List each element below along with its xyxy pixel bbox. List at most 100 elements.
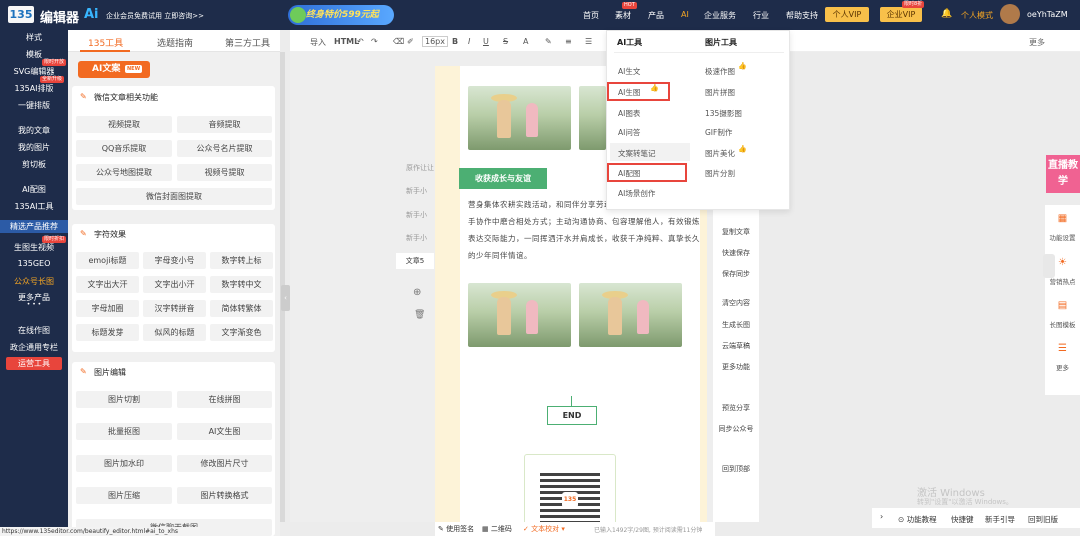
nav-ai[interactable]: AI [681,10,689,19]
sidebar-item-ai-tools[interactable]: 135AI工具 [0,201,68,212]
font-color-icon[interactable]: A [523,37,528,46]
resize-button[interactable]: 修改图片尺寸 [177,455,272,472]
font-size-select[interactable]: 16px [422,36,448,47]
sidebar-item-style[interactable]: 样式 [0,32,68,43]
menu-gif[interactable]: GIF制作 [705,127,732,138]
menu-ai-illustration[interactable]: AI配图 [618,168,640,179]
html-button[interactable]: HTML [334,37,359,46]
more-toolbar[interactable]: 更多 [1029,37,1045,48]
image-cut-button[interactable]: 图片切割 [76,391,172,408]
menu-ai-image-gen[interactable]: AI生图 [618,87,640,98]
nav-home[interactable]: 首页 [583,10,599,21]
online-collage-button[interactable]: 在线拼图 [177,391,272,408]
left-note-1[interactable]: 原作让让 [406,163,434,173]
ai-text-image-button[interactable]: AI文生图 [177,423,272,440]
section-heading[interactable]: 收获成长与友谊 [459,168,547,189]
username[interactable]: oeYhTaZM [1027,10,1068,19]
account-card-button[interactable]: 公众号名片提取 [177,140,272,157]
menu-ai-text[interactable]: AI生文 [618,66,640,77]
proofread-button[interactable]: ✓ 文本校对 ▾ [523,524,565,534]
tab-topic-guide[interactable]: 选题指南 [157,36,193,49]
shortcut-link[interactable]: 快捷键 [951,514,974,525]
list-icon[interactable]: ☰ [585,37,592,46]
nav-help[interactable]: 帮助支持 [786,10,818,21]
sidebar-item-my-images[interactable]: 我的图片 [0,142,68,153]
audio-extract-button[interactable]: 音频提取 [177,116,272,133]
save-sync-button[interactable]: 保存同步 [716,269,756,279]
quick-save-button[interactable]: 快速保存 [716,248,756,258]
tab-third-party[interactable]: 第三方工具 [225,36,270,49]
template-icon[interactable]: ▤ [1045,300,1080,311]
format-painter-icon[interactable]: ✐ [407,37,414,46]
gradient-text-button[interactable]: 文字渐变色 [210,324,273,341]
sidebar-item-my-articles[interactable]: 我的文章 [0,125,68,136]
sync-wechat-button[interactable]: 同步公众号 [716,424,756,434]
sidebar-item-geo[interactable]: 135GEO [0,259,68,268]
clear-content-button[interactable]: 清空内容 [716,298,756,308]
tutorial-link[interactable]: ⊙ 功能教程 [898,514,937,525]
collapse-handle[interactable]: ‹ [281,285,290,311]
newbie-guide-link[interactable]: 新手引导 [985,514,1015,525]
wind-title-button[interactable]: 似风的标题 [143,324,206,341]
old-version-link[interactable]: 回到旧版 [1028,514,1058,525]
map-extract-button[interactable]: 公众号地图提取 [76,164,172,181]
sprout-title-button[interactable]: 标题发芽 [76,324,139,341]
end-marker[interactable]: END [547,406,597,425]
photo-kids-2[interactable] [579,86,606,150]
personal-vip-button[interactable]: 个人VIP [825,7,869,22]
undo-icon[interactable]: ↶ [357,37,364,46]
superscript-button[interactable]: 数字转上标 [210,252,273,269]
bold-icon[interactable]: B [452,37,458,46]
more-side[interactable]: 更多 [1045,362,1080,372]
sidebar-item-gov[interactable]: 政企通用专栏 [0,342,68,353]
italic-icon[interactable]: I [468,37,470,46]
sidebar-item-ops-tools[interactable]: 运营工具 [6,357,62,370]
nav-product[interactable]: 产品 [648,10,664,21]
menu-collage[interactable]: 图片拼图 [705,87,735,98]
highlight-icon[interactable]: ✎ [545,37,552,46]
long-template[interactable]: 长图模板 [1045,319,1080,329]
promo-link[interactable]: 企业会员免费试用 立即咨询>> [106,11,204,21]
cover-extract-button[interactable]: 微信封面图提取 [76,188,272,205]
add-icon[interactable]: ⊕ [413,287,421,298]
more-icon[interactable]: ☰ [1045,343,1080,354]
cloud-draft-button[interactable]: 云端草稿 [716,341,756,351]
watermark-button[interactable]: 图片加水印 [76,455,172,472]
menu-beautify[interactable]: 图片美化 [705,148,735,159]
eraser-icon[interactable]: ⌫ [393,37,404,46]
emoji-title-button[interactable]: emoji标题 [76,252,139,269]
circle-letter-button[interactable]: 字母加圈 [76,300,139,317]
redo-icon[interactable]: ↷ [371,37,378,46]
logo[interactable]: 135 [8,6,34,23]
mode-switch[interactable]: 个人模式 [961,10,993,21]
strike-icon[interactable]: S [503,37,508,46]
marketing-hot[interactable]: 营销热点 [1045,276,1080,286]
left-note-4[interactable]: 新手小 [406,233,427,243]
preview-share-button[interactable]: 预览分享 [716,403,756,413]
long-image-button[interactable]: 生成长图 [716,320,756,330]
small-sweat-button[interactable]: 文字出小汗 [143,276,206,293]
more-functions-button[interactable]: 更多功能 [716,362,756,372]
promo-banner[interactable]: 终身特价599元起 [288,5,394,25]
sidebar-item-video[interactable]: 生图生视频 [0,242,68,253]
settings-icon[interactable]: ▦ [1045,213,1080,224]
sidebar-item-ai-layout[interactable]: 135AI排版 [0,83,68,94]
tab-135-tools[interactable]: 135工具 [88,36,123,49]
chevron-right-icon[interactable]: › [880,512,883,521]
sidebar-item-featured[interactable]: 精选产品推荐 [0,220,68,233]
menu-ai-scene[interactable]: AI场景创作 [618,188,655,199]
bell-icon[interactable]: 🔔 [941,9,952,19]
convert-button[interactable]: 图片转换格式 [177,487,272,504]
nav-industry[interactable]: 行业 [753,10,769,21]
traditional-button[interactable]: 简体转繁体 [210,300,273,317]
sidebar-item-clipboard[interactable]: 剪切板 [0,159,68,170]
hot-icon[interactable]: ☀ [1045,257,1080,268]
left-note-2[interactable]: 新手小 [406,186,427,196]
num-to-cn-button[interactable]: 数字转中文 [210,276,273,293]
small-letter-button[interactable]: 字母变小号 [143,252,206,269]
live-teaching-banner[interactable]: 直播教学 [1046,155,1080,193]
menu-quick-design[interactable]: 极速作图 [705,66,735,77]
channels-extract-button[interactable]: 视频号提取 [177,164,272,181]
menu-photography[interactable]: 135摄影图 [705,108,742,119]
signature-button[interactable]: ✎ 使用签名 [438,524,474,534]
